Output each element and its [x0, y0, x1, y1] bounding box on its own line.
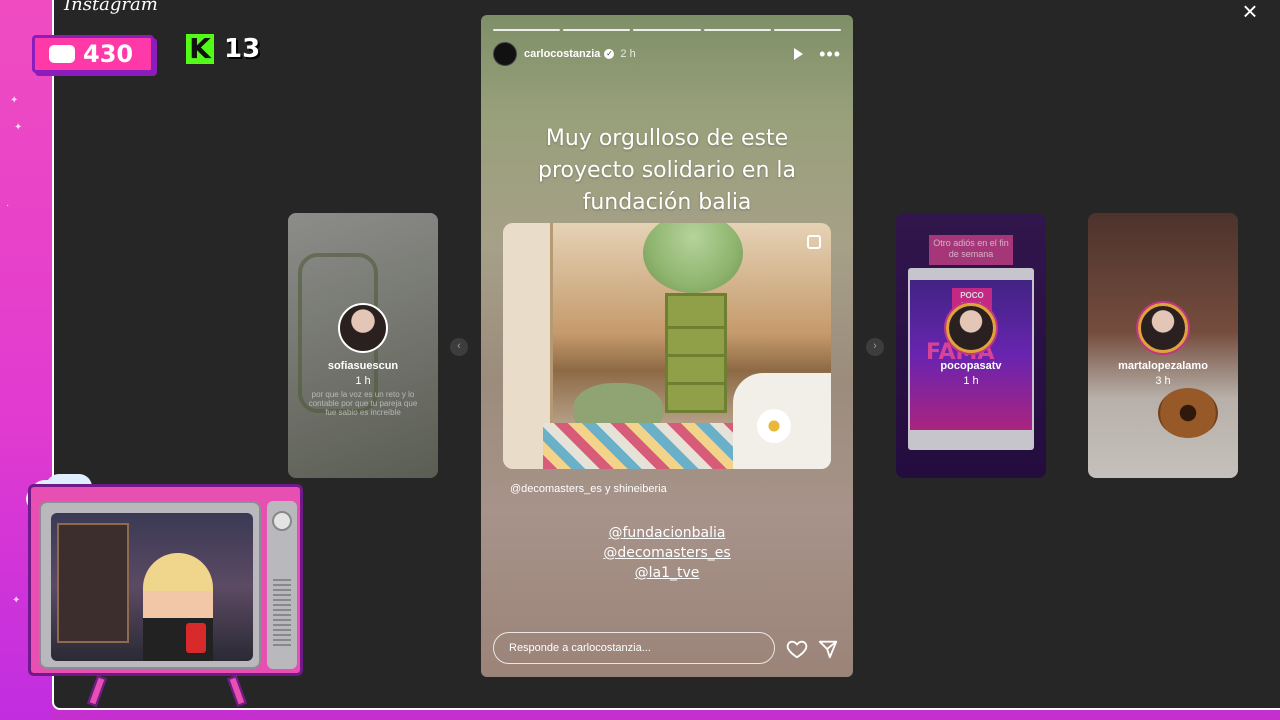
webcam-feed — [51, 513, 253, 661]
sparkle-icon: ✦ — [10, 95, 19, 106]
play-icon[interactable] — [794, 48, 804, 60]
story-username[interactable]: carlocostanzia — [524, 48, 600, 60]
kick-viewer-badge: K 13 — [186, 34, 260, 64]
tv-knob-icon — [272, 511, 292, 531]
chevron-left-icon[interactable]: ‹ — [450, 338, 468, 356]
tv-grille — [273, 579, 291, 649]
more-icon[interactable]: ••• — [819, 45, 841, 63]
story-links: @fundacionbalia @decomasters_es @la1_tve — [481, 523, 853, 583]
story-time: 2 h — [620, 48, 636, 60]
story-preview-time: 1 h — [963, 375, 979, 387]
story-preview-username: pocopasatv — [940, 360, 1002, 372]
chevron-right-icon[interactable]: › — [866, 338, 884, 356]
sparkle-icon: ✦ — [14, 122, 23, 133]
mention-link[interactable]: shineiberia — [614, 483, 667, 495]
heart-icon[interactable] — [786, 638, 808, 660]
chat-bubble-icon — [49, 45, 75, 63]
story-headline: Muy orgulloso de este proyecto solidario… — [538, 126, 796, 215]
progress-segment — [563, 29, 631, 31]
multiple-images-icon — [807, 235, 821, 249]
story-header: carlocostanzia ✓ 2 h ••• — [493, 41, 841, 67]
kick-logo-icon: K — [186, 34, 214, 64]
avatar[interactable] — [493, 42, 517, 66]
story-preview-username: sofiasuescun — [327, 360, 399, 372]
story-preview-caption: por que la voz es un reto y lo contable … — [308, 390, 418, 417]
chat-count-badge: 430 — [32, 35, 154, 73]
story-progress-bar — [493, 29, 842, 31]
chat-count: 430 — [83, 40, 134, 68]
story-preview-username: martalopezalamo — [1118, 360, 1208, 372]
send-icon[interactable] — [817, 638, 839, 660]
progress-segment — [493, 29, 561, 31]
story-mention: @decomasters_es y shineiberia — [510, 483, 667, 495]
verified-badge-icon: ✓ — [604, 49, 615, 59]
story-preview-pocopasatv[interactable]: Otro adiós en el fin de semana POCO PASA… — [896, 213, 1046, 478]
progress-segment — [633, 29, 701, 31]
progress-segment — [703, 29, 771, 31]
active-story[interactable]: carlocostanzia ✓ 2 h ••• Muy orgulloso d… — [481, 15, 853, 677]
close-icon[interactable]: × — [1238, 0, 1262, 24]
webcam-tv-overlay — [28, 484, 303, 676]
avatar — [1138, 303, 1188, 353]
progress-segment — [773, 29, 842, 31]
sparkle-icon: ✦ — [12, 595, 21, 606]
instagram-logo[interactable]: Instagram — [64, 0, 158, 15]
mention-link[interactable]: @decomasters_es — [510, 483, 602, 495]
avatar — [946, 303, 996, 353]
link-decomasters[interactable]: @decomasters_es — [481, 543, 853, 563]
story-preview-martalopezalamo[interactable]: martalopezalamo 3 h — [1088, 213, 1238, 478]
sparkle-icon: · — [6, 200, 10, 211]
link-la1-tve[interactable]: @la1_tve — [481, 563, 853, 583]
link-fundacionbalia[interactable]: @fundacionbalia — [481, 523, 853, 543]
kick-viewer-count: 13 — [224, 34, 261, 64]
story-preview-sofiasuescun[interactable]: sofiasuescun 1 h por que la voz es un re… — [288, 213, 438, 478]
reply-input[interactable]: Responde a carlocostanzia... — [493, 632, 775, 664]
story-preview-time: 3 h — [1155, 375, 1171, 387]
story-preview-time: 1 h — [355, 375, 371, 387]
avatar — [338, 303, 388, 353]
story-photo — [503, 223, 831, 469]
